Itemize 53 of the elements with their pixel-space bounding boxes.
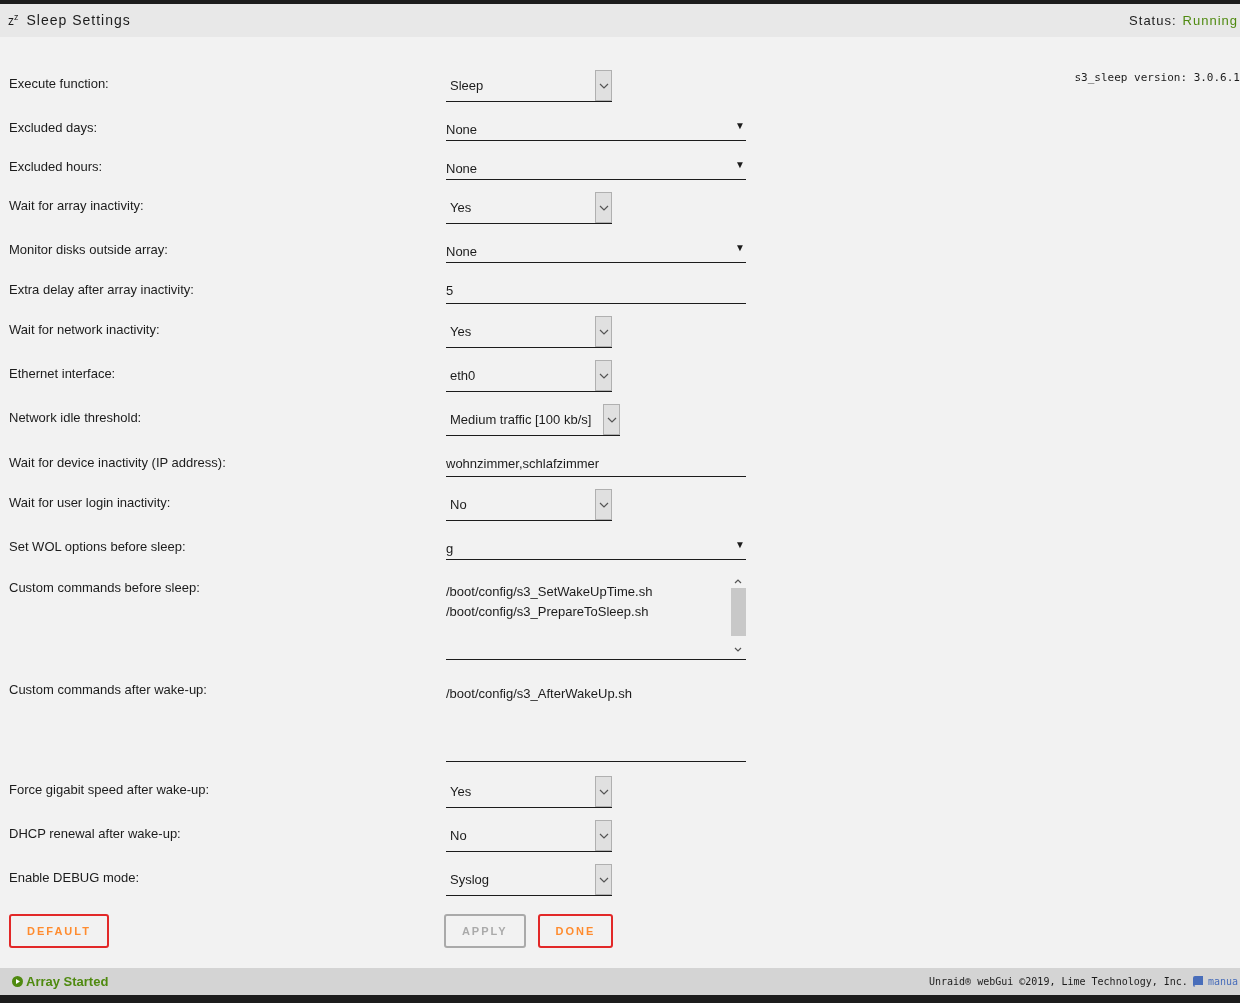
dropdown-caret-icon <box>595 316 612 347</box>
multiselect-field[interactable]: None ▼ <box>446 236 746 263</box>
status-label: Status: <box>1129 11 1177 30</box>
select-field[interactable]: Yes <box>446 316 612 348</box>
manual-link[interactable]: manua <box>1207 974 1238 989</box>
setting-label: Ethernet interface: <box>9 365 117 384</box>
select-field[interactable]: Yes <box>446 192 612 224</box>
dropdown-caret-icon <box>595 70 612 101</box>
select-field[interactable]: Syslog <box>446 864 612 896</box>
setting-label: Custom commands before sleep: <box>9 579 201 597</box>
copyright-text: Unraid® webGui ©2019, Lime Technology, Inc. <box>929 975 1188 989</box>
setting-label: Custom commands after wake-up: <box>9 681 208 699</box>
setting-label: Excluded days: <box>9 118 99 137</box>
multiselect-field[interactable]: None ▼ <box>446 153 746 180</box>
book-icon <box>1192 976 1203 987</box>
setting-label: Set WOL options before sleep: <box>9 537 187 556</box>
text-field[interactable]: wohnzimmer,schlafzimmer <box>446 448 746 477</box>
dropdown-caret-icon <box>595 360 612 391</box>
setting-label: Wait for device inactivity (IP address): <box>9 453 227 472</box>
dropdown-caret-icon <box>595 489 612 520</box>
setting-label: Wait for network inactivity: <box>9 321 161 340</box>
sleep-symbol: z$^{z}$ <box>8 14 19 27</box>
page-title: Sleep Settings <box>26 11 131 30</box>
setting-label: Force gigabit speed after wake-up: <box>9 781 211 800</box>
dropdown-caret-icon <box>595 776 612 807</box>
setting-label: Network idle threshold: <box>9 409 143 428</box>
setting-label: Wait for array inactivity: <box>9 197 145 216</box>
setting-label: Monitor disks outside array: <box>9 240 169 259</box>
array-status: Array Started <box>26 972 109 991</box>
setting-label: Excluded hours: <box>9 157 104 176</box>
select-field[interactable]: eth0 <box>446 360 612 392</box>
setting-label: Extra delay after array inactivity: <box>9 280 195 299</box>
setting-label: DHCP renewal after wake-up: <box>9 825 182 844</box>
select-field[interactable]: No <box>446 820 612 852</box>
multiselect-field[interactable]: g ▼ <box>446 533 746 560</box>
setting-label: Execute function: <box>9 75 110 94</box>
text-field[interactable]: 5 <box>446 275 746 304</box>
textarea-field[interactable]: /boot/config/s3_SetWakeUpTime.sh /boot/config/s3_PrepareToSleep.sh <box>446 574 746 660</box>
select-field[interactable]: Medium traffic [100 kb/s] <box>446 404 621 436</box>
dropdown-caret-icon <box>595 820 612 851</box>
version-text: s3_sleep version: 3.0.6.1 <box>1074 70 1240 86</box>
dropdown-caret-icon <box>595 192 612 223</box>
dropdown-caret-icon <box>595 864 612 895</box>
select-field[interactable]: Yes <box>446 776 612 808</box>
setting-label: Enable DEBUG mode: <box>9 869 141 888</box>
textarea-field[interactable]: /boot/config/s3_AfterWakeUp.sh <box>446 676 746 762</box>
select-field[interactable]: Sleep <box>446 70 612 102</box>
dropdown-caret-icon <box>603 404 621 435</box>
setting-label: Wait for user login inactivity: <box>9 494 172 513</box>
select-field[interactable]: No <box>446 489 612 521</box>
status-value: Running <box>1182 11 1238 30</box>
play-icon <box>12 976 23 987</box>
multiselect-field[interactable]: None ▼ <box>446 114 746 141</box>
